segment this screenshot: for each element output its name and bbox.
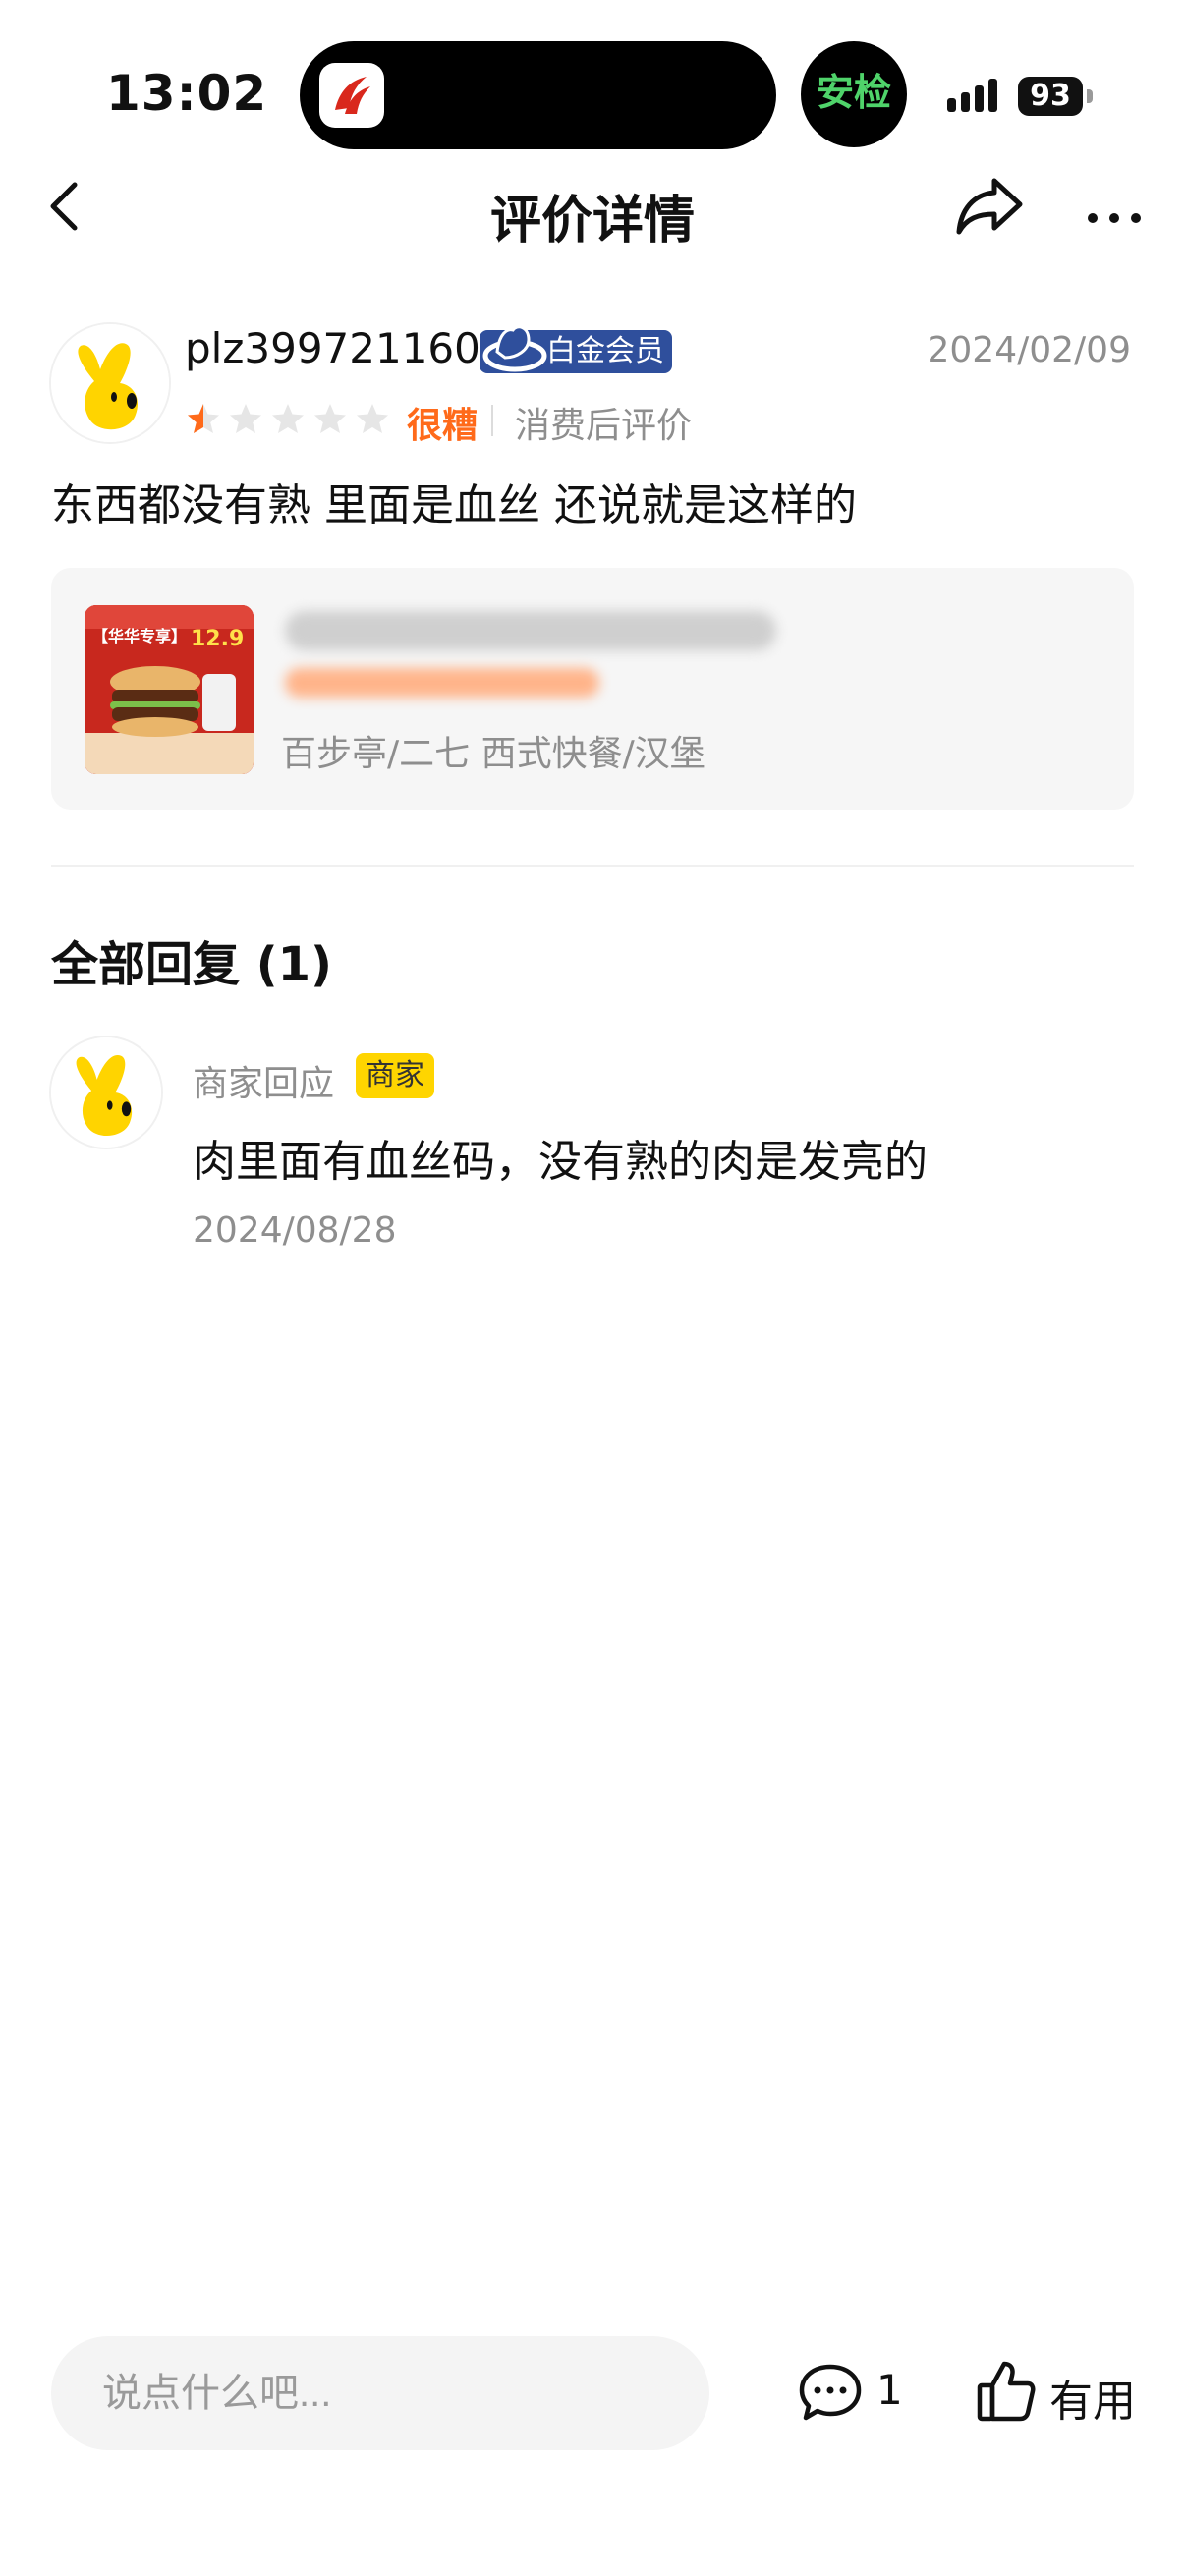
rating-note: 消费后评价 bbox=[515, 406, 693, 446]
merchant-badge: 商家 bbox=[356, 1053, 434, 1098]
star-4 bbox=[314, 404, 346, 433]
rating-stars bbox=[188, 404, 388, 433]
battery-tip bbox=[1087, 89, 1093, 103]
rating-text: 很糟 bbox=[407, 406, 479, 446]
shop-card[interactable]: 【华华专享】 12.9 百步亭/二七 西式快餐/汉堡 bbox=[51, 568, 1134, 810]
thumb-price: 12.9 bbox=[191, 627, 245, 651]
star-3 bbox=[272, 404, 304, 433]
rating-separator bbox=[491, 405, 493, 436]
comment-input[interactable] bbox=[51, 2336, 709, 2450]
reviewer-username[interactable]: plz399721160 bbox=[185, 324, 480, 372]
nav-bar: 评价详情 bbox=[0, 157, 1185, 255]
battery-indicator: 93 bbox=[1018, 77, 1083, 116]
signal-icon bbox=[947, 79, 997, 112]
reviewer-avatar[interactable] bbox=[51, 324, 169, 442]
reply-author: 商家回应 bbox=[193, 1064, 335, 1104]
replies-title: 全部回复 (1) bbox=[51, 937, 332, 992]
review-text: 东西都没有熟 里面是血丝 还说就是这样的 bbox=[51, 480, 857, 531]
comment-icon bbox=[799, 2364, 862, 2421]
share-icon[interactable] bbox=[953, 171, 1026, 240]
status-bar: 13:02 安检 93 bbox=[0, 0, 1185, 149]
airline-app-icon bbox=[319, 63, 384, 128]
star-5 bbox=[357, 404, 388, 433]
security-check-icon[interactable]: 安检 bbox=[801, 41, 907, 147]
dynamic-island bbox=[300, 41, 776, 149]
shop-name-redacted bbox=[285, 611, 776, 698]
comment-count: 1 bbox=[876, 2366, 903, 2414]
member-crown-icon bbox=[482, 325, 547, 372]
star-2 bbox=[230, 404, 261, 433]
comment-button[interactable]: 1 bbox=[798, 2356, 906, 2431]
shop-location: 百步亭/二七 西式快餐/汉堡 bbox=[281, 734, 705, 774]
thumb-tag: 【华华专享】 bbox=[92, 627, 188, 645]
shop-thumbnail: 【华华专享】 12.9 bbox=[85, 605, 254, 774]
more-icon[interactable] bbox=[1081, 171, 1152, 240]
section-divider bbox=[51, 865, 1134, 867]
review-date: 2024/02/09 bbox=[927, 330, 1132, 370]
thumbs-up-icon bbox=[977, 2361, 1036, 2422]
reply-text: 肉里面有血丝码，没有熟的肉是发亮的 bbox=[193, 1137, 928, 1187]
reply-date: 2024/08/28 bbox=[193, 1210, 397, 1251]
useful-button[interactable]: 有用 bbox=[977, 2356, 1144, 2431]
useful-label: 有用 bbox=[1049, 2377, 1136, 2427]
status-time: 13:02 bbox=[106, 65, 268, 122]
merchant-avatar[interactable] bbox=[51, 1037, 161, 1148]
